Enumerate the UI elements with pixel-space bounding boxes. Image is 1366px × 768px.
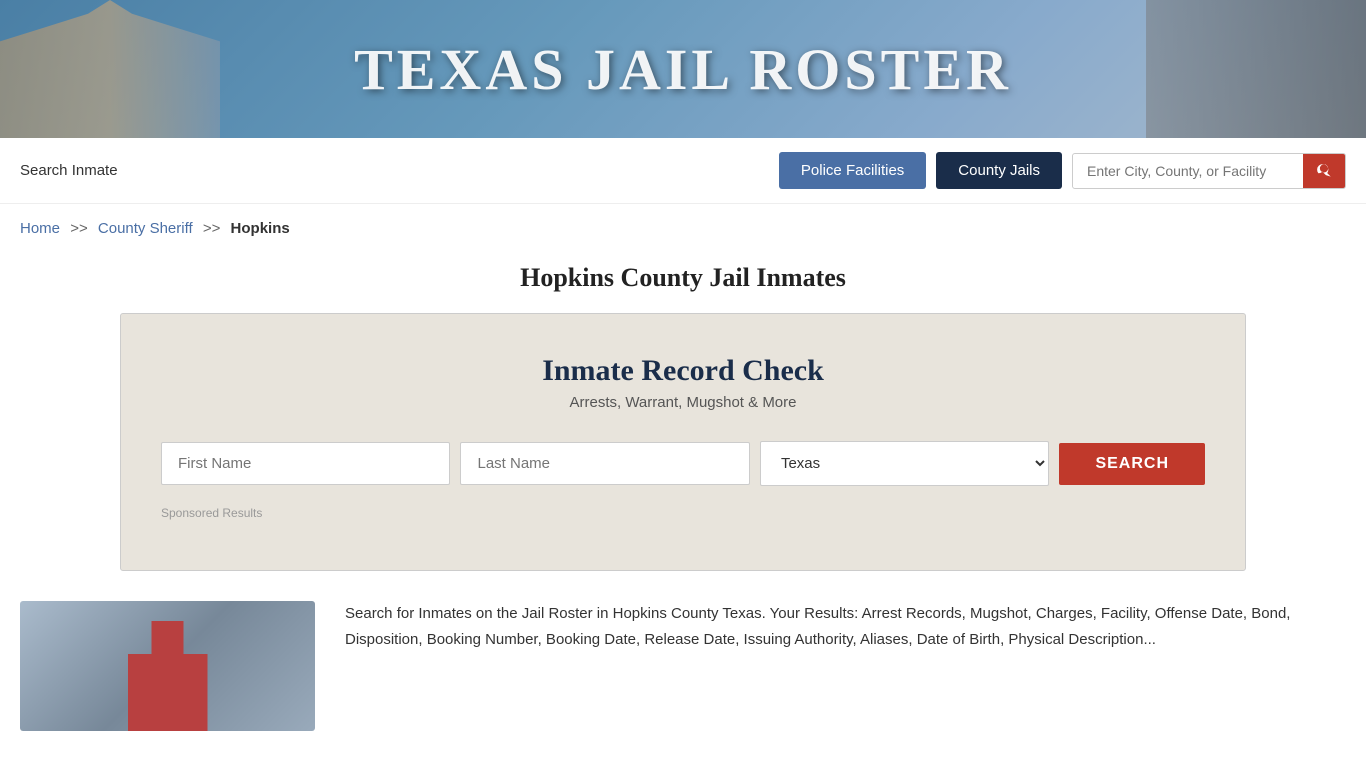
search-inmate-label: Search Inmate — [20, 162, 118, 179]
jail-overlay-right — [1146, 0, 1366, 138]
breadcrumb-sep1: >> — [70, 220, 88, 237]
search-form-row: AlabamaAlaskaArizona ArkansasCaliforniaC… — [161, 441, 1205, 486]
breadcrumb-sep2: >> — [203, 220, 221, 237]
breadcrumb-current: Hopkins — [231, 220, 290, 237]
capitol-overlay — [0, 0, 220, 138]
header-banner: Texas Jail Roster — [0, 0, 1366, 138]
record-check-subtitle: Arrests, Warrant, Mugshot & More — [161, 394, 1205, 411]
state-select[interactable]: AlabamaAlaskaArizona ArkansasCaliforniaC… — [760, 441, 1049, 486]
search-icon — [1315, 162, 1333, 180]
site-title: Texas Jail Roster — [354, 36, 1012, 103]
breadcrumb-home[interactable]: Home — [20, 220, 60, 237]
building-shape — [128, 621, 208, 731]
last-name-input[interactable] — [460, 442, 749, 485]
county-jails-button[interactable]: County Jails — [936, 152, 1062, 189]
breadcrumb: Home >> County Sheriff >> Hopkins — [0, 204, 1366, 253]
breadcrumb-county-sheriff[interactable]: County Sheriff — [98, 220, 193, 237]
bottom-description: Search for Inmates on the Jail Roster in… — [345, 601, 1346, 731]
sponsored-label: Sponsored Results — [161, 506, 1205, 520]
search-button[interactable]: SEARCH — [1059, 443, 1205, 485]
facility-search-button[interactable] — [1303, 154, 1345, 188]
nav-bar: Search Inmate Police Facilities County J… — [0, 138, 1366, 204]
record-check-box: Inmate Record Check Arrests, Warrant, Mu… — [120, 313, 1246, 571]
facility-search-input[interactable] — [1073, 155, 1303, 187]
first-name-input[interactable] — [161, 442, 450, 485]
page-title: Hopkins County Jail Inmates — [0, 263, 1366, 293]
bottom-section: Search for Inmates on the Jail Roster in… — [0, 581, 1366, 751]
record-check-title: Inmate Record Check — [161, 354, 1205, 388]
county-image — [20, 601, 315, 731]
facility-search-wrap — [1072, 153, 1346, 189]
police-facilities-button[interactable]: Police Facilities — [779, 152, 926, 189]
